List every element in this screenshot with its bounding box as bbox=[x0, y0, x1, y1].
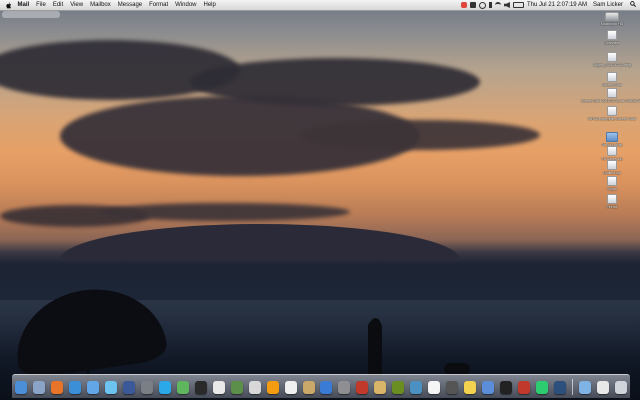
dock-documents-stack-icon[interactable] bbox=[596, 381, 609, 394]
document-icon bbox=[607, 88, 617, 98]
dock-activity-monitor-icon[interactable] bbox=[536, 381, 549, 394]
menu-mailbox[interactable]: Mailbox bbox=[87, 0, 115, 10]
dock-iterm-icon[interactable] bbox=[500, 381, 513, 394]
twitter-status-icon[interactable] bbox=[460, 2, 467, 8]
dock-utility-icon[interactable] bbox=[392, 381, 405, 394]
document-icon bbox=[607, 194, 617, 204]
dock-itunes-icon[interactable] bbox=[482, 381, 495, 394]
dock-facebook-icon[interactable] bbox=[122, 381, 135, 394]
dock-xcode-icon[interactable] bbox=[410, 381, 423, 394]
menubar-clock[interactable]: Thu Jul 21 2:07:19 AM bbox=[527, 2, 587, 8]
dock-applications-stack-icon[interactable] bbox=[579, 381, 591, 394]
desktop-icon-label: Skype bbox=[607, 187, 617, 191]
menu-bar: Mail File Edit View Mailbox Message Form… bbox=[0, 0, 640, 11]
spotlight-search-icon[interactable] bbox=[630, 1, 637, 9]
dock-messenger-icon[interactable] bbox=[176, 381, 189, 394]
dock-aperture-icon[interactable] bbox=[446, 381, 459, 394]
dock-separator bbox=[572, 379, 574, 395]
menu-edit[interactable]: Edit bbox=[49, 0, 66, 10]
dock-app-store-icon[interactable] bbox=[320, 381, 333, 394]
desktop-search-field[interactable] bbox=[2, 11, 60, 18]
desktop-icon-label: Skype_2011-07-21.dmg bbox=[592, 63, 632, 67]
dock-firefox-icon[interactable] bbox=[50, 381, 63, 394]
apple-menu-icon[interactable] bbox=[4, 0, 14, 10]
dropbox-status-icon[interactable] bbox=[469, 2, 476, 8]
battery-status-icon[interactable] bbox=[512, 2, 524, 8]
wallpaper-cloud bbox=[100, 203, 350, 221]
desktop-icon-label: Screen Shot 2011-07-21 at 2.06.55 AM bbox=[580, 99, 640, 103]
document-icon bbox=[607, 52, 617, 62]
dock-time-machine-icon[interactable] bbox=[554, 381, 567, 394]
dock-notes-icon[interactable] bbox=[302, 381, 315, 394]
hard-drive-icon bbox=[605, 12, 619, 21]
dock-mail-icon[interactable] bbox=[248, 381, 261, 394]
dock-iphoto-icon[interactable] bbox=[374, 381, 387, 394]
menu-file[interactable]: File bbox=[33, 0, 50, 10]
desktop-icon[interactable]: Screen Shot 2011-07-21 at 2.06.55 AM bbox=[581, 88, 640, 103]
document-icon bbox=[607, 160, 617, 170]
desktop-icon[interactable]: Fit Cases.zip bbox=[588, 146, 636, 161]
desktop-icon-label: Scanners bbox=[604, 41, 620, 45]
desktop-icon-label: Screen Shot bbox=[602, 83, 622, 87]
desktop-icon[interactable]: Screen Shot bbox=[588, 72, 636, 87]
dock-textedit-icon[interactable] bbox=[428, 381, 441, 394]
dock-blackberry-icon[interactable] bbox=[194, 381, 207, 394]
menu-app-mail[interactable]: Mail bbox=[14, 0, 33, 10]
dock-textwrangler-icon[interactable] bbox=[230, 381, 243, 394]
dock-photo-booth-icon[interactable] bbox=[356, 381, 369, 394]
desktop-icon[interactable]: AirPort Utility bbox=[588, 132, 636, 147]
desktop-wallpaper bbox=[0, 0, 640, 400]
wallpaper-cloud bbox=[300, 120, 540, 150]
wallpaper-island bbox=[60, 224, 460, 260]
dock-stickies-icon[interactable] bbox=[464, 381, 477, 394]
document-icon bbox=[607, 176, 617, 186]
dock-twitter-icon[interactable] bbox=[104, 381, 117, 394]
desktop-icon[interactable]: Macintosh HD bbox=[588, 12, 636, 26]
menu-message[interactable]: Message bbox=[114, 0, 145, 10]
wallpaper-person bbox=[368, 320, 382, 376]
dock-preview-icon[interactable] bbox=[32, 381, 45, 394]
desktop-icon[interactable]: Untitled.zip bbox=[588, 160, 636, 175]
dock-trash-icon[interactable] bbox=[614, 381, 627, 394]
desktop-icon-label: Macintosh HD bbox=[600, 22, 624, 26]
status-area: Thu Jul 21 2:07:19 AM Sam Licker bbox=[460, 0, 637, 10]
dock-calendar-icon[interactable] bbox=[284, 381, 297, 394]
dock-finder-icon[interactable] bbox=[15, 381, 27, 394]
dock-facetime-icon[interactable] bbox=[140, 381, 153, 394]
desktop-icon-label: WPA2 Enterprise Screen Shot bbox=[587, 117, 637, 121]
menu-view[interactable]: View bbox=[67, 0, 87, 10]
menu-help[interactable]: Help bbox=[200, 0, 219, 10]
desktop-icon[interactable]: Skype bbox=[588, 176, 636, 191]
menu-format[interactable]: Format bbox=[146, 0, 172, 10]
desktop-icon-label: Firefox bbox=[606, 205, 618, 209]
dock-transmission-icon[interactable] bbox=[518, 381, 531, 394]
dock-ichat-icon[interactable] bbox=[86, 381, 99, 394]
document-icon bbox=[607, 72, 617, 82]
document-icon bbox=[607, 146, 617, 156]
folder-icon bbox=[606, 132, 618, 142]
volume-status-icon[interactable] bbox=[503, 2, 510, 8]
document-icon bbox=[607, 30, 617, 40]
wallpaper-umbrella-pole bbox=[86, 330, 89, 380]
menu-window[interactable]: Window bbox=[172, 0, 200, 10]
dock-itunes-radio-icon[interactable] bbox=[212, 381, 225, 394]
desktop-icon[interactable]: Firefox bbox=[588, 194, 636, 209]
document-icon bbox=[607, 106, 617, 116]
desktop-icon-label: Untitled.zip bbox=[603, 171, 621, 175]
bluetooth-status-icon[interactable] bbox=[488, 2, 492, 8]
dock-skype-icon[interactable] bbox=[158, 381, 171, 394]
wifi-status-icon[interactable] bbox=[494, 2, 501, 8]
dock-safari-icon[interactable] bbox=[68, 381, 81, 394]
desktop-icon[interactable]: Skype_2011-07-21.dmg bbox=[588, 52, 636, 67]
desktop-icon[interactable]: Scanners bbox=[588, 30, 636, 45]
dock bbox=[12, 374, 630, 398]
dock-vlc-icon[interactable] bbox=[266, 381, 279, 394]
wallpaper-umbrella bbox=[9, 279, 169, 381]
menubar-user-name[interactable]: Sam Licker bbox=[593, 2, 623, 8]
dock-system-preferences-icon[interactable] bbox=[338, 381, 351, 394]
timemachine-status-icon[interactable] bbox=[478, 1, 486, 9]
desktop-icon[interactable]: WPA2 Enterprise Screen Shot bbox=[588, 106, 636, 121]
